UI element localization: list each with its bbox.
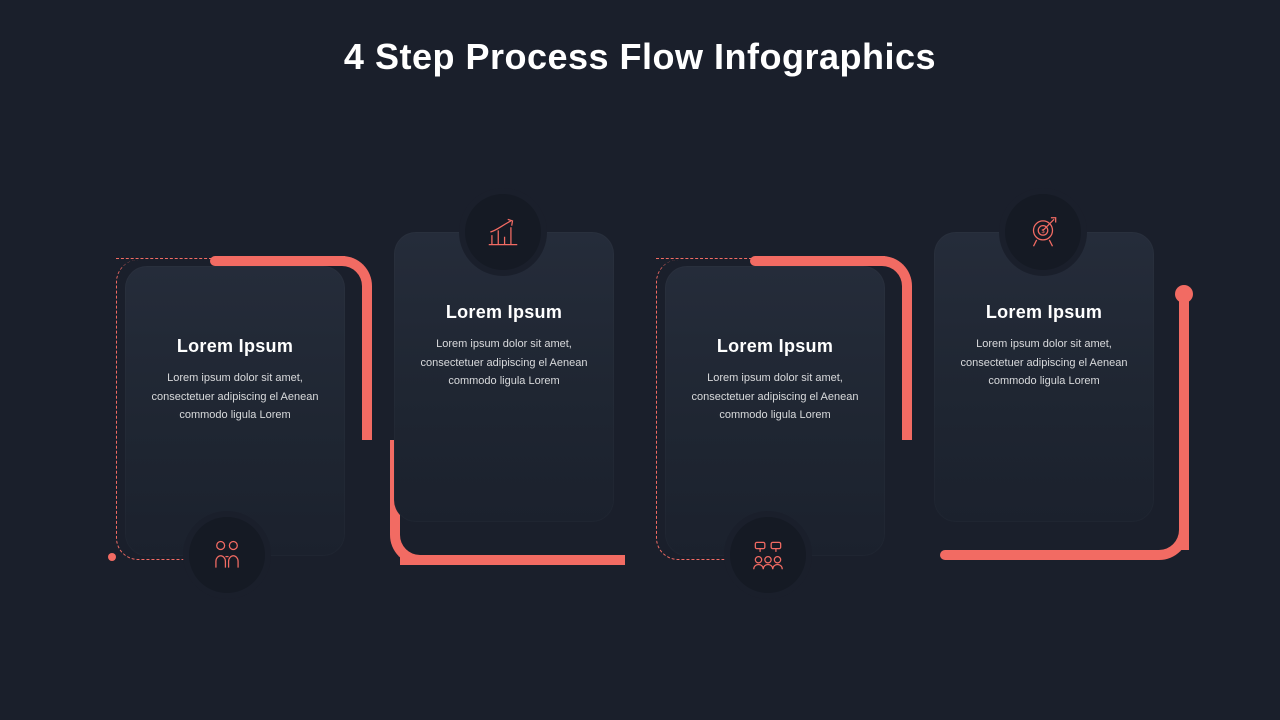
step-body: Lorem ipsum dolor sit amet, consectetuer… xyxy=(416,335,592,391)
step-body: Lorem ipsum dolor sit amet, consectetuer… xyxy=(687,369,863,425)
step-body: Lorem ipsum dolor sit amet, consectetuer… xyxy=(956,335,1132,391)
connector-1-h xyxy=(210,256,345,266)
svg-text:$: $ xyxy=(1041,229,1044,235)
step-card-3: Lorem Ipsum Lorem ipsum dolor sit amet, … xyxy=(665,266,885,556)
dashed-outline-step-3-top xyxy=(656,258,752,260)
growth-icon xyxy=(465,194,541,270)
people-icon xyxy=(189,517,265,593)
connector-4-h xyxy=(940,550,1159,560)
team-icon xyxy=(730,517,806,593)
step-heading: Lorem Ipsum xyxy=(687,336,863,357)
connector-1-v xyxy=(362,286,372,440)
target-icon: $ xyxy=(1005,194,1081,270)
connector-2-h xyxy=(400,555,625,565)
step-heading: Lorem Ipsum xyxy=(956,302,1132,323)
step-heading: Lorem Ipsum xyxy=(147,336,323,357)
connector-3-v xyxy=(902,286,912,440)
connector-3-h xyxy=(750,256,885,266)
step-card-1: Lorem Ipsum Lorem ipsum dolor sit amet, … xyxy=(125,266,345,556)
step-card-2: Lorem Ipsum Lorem ipsum dolor sit amet, … xyxy=(394,232,614,522)
start-dot xyxy=(108,553,116,561)
step-card-4: Lorem Ipsum Lorem ipsum dolor sit amet, … xyxy=(934,232,1154,522)
step-heading: Lorem Ipsum xyxy=(416,302,592,323)
diagram-stage: Lorem Ipsum Lorem ipsum dolor sit amet, … xyxy=(0,0,1280,720)
connector-4-v xyxy=(1179,300,1189,550)
step-body: Lorem ipsum dolor sit amet, consectetuer… xyxy=(147,369,323,425)
